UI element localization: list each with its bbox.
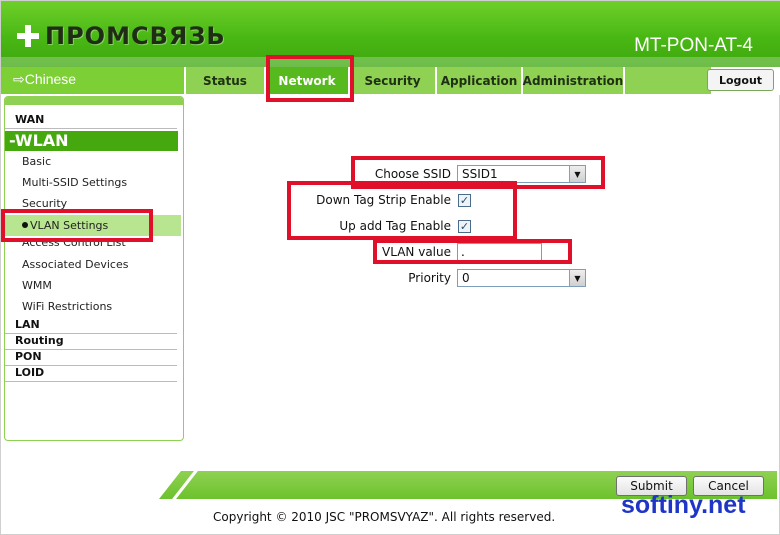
- logo-cross-icon: [17, 25, 39, 47]
- sidebar-item-lan[interactable]: LAN: [5, 318, 177, 334]
- device-model: MT-PON-AT-4: [634, 35, 753, 56]
- priority-value: 0: [462, 271, 470, 285]
- logo-text: ПРОМСВЯЗЬ: [45, 22, 226, 50]
- tab-administration[interactable]: Administration: [523, 67, 625, 94]
- brand-logo: ПРОМСВЯЗЬ: [17, 19, 226, 53]
- tab-status[interactable]: Status: [186, 67, 266, 94]
- highlight-vlan-settings: [1, 209, 153, 242]
- sidebar-item-wifi-restrictions[interactable]: WiFi Restrictions: [5, 296, 183, 317]
- sidebar-item-basic[interactable]: Basic: [5, 151, 183, 172]
- highlight-tag-options: [287, 181, 517, 240]
- chevron-down-icon: ▼: [569, 270, 585, 286]
- header-band: [1, 57, 780, 67]
- tab-application[interactable]: Application: [437, 67, 523, 94]
- watermark: softiny.net: [621, 491, 746, 519]
- router-admin-page: ПРОМСВЯЗЬ MT-PON-AT-4 ⇨Chinese Status Ne…: [0, 0, 780, 535]
- tab-security[interactable]: Security: [350, 67, 437, 94]
- highlight-network-tab: [266, 55, 354, 102]
- copyright-text: Copyright © 2010 JSC "PROMSVYAZ". All ri…: [213, 510, 556, 524]
- sidebar-item-routing[interactable]: Routing: [5, 334, 177, 350]
- main-tabs: Status Network Security Application Admi…: [186, 67, 711, 94]
- main-content: Choose SSID SSID1 ▼ Down Tag Strip Enabl…: [187, 96, 777, 471]
- sidebar: WAN -WLAN Basic Multi-SSID Settings Secu…: [4, 96, 184, 441]
- top-navigation: ⇨Chinese Status Network Security Applica…: [1, 67, 780, 95]
- sidebar-topbar: [5, 97, 183, 105]
- tabbar-filler: [625, 67, 711, 94]
- sidebar-item-multi-ssid[interactable]: Multi-SSID Settings: [5, 172, 183, 193]
- language-link[interactable]: ⇨Chinese: [1, 67, 184, 94]
- sidebar-item-wan[interactable]: WAN: [5, 113, 177, 129]
- priority-label: Priority: [408, 271, 451, 285]
- header: ПРОМСВЯЗЬ MT-PON-AT-4: [1, 1, 780, 67]
- priority-select[interactable]: 0 ▼: [457, 269, 586, 287]
- sidebar-item-wlan[interactable]: -WLAN: [5, 131, 178, 151]
- sidebar-item-wmm[interactable]: WMM: [5, 275, 183, 296]
- sidebar-item-associated-devices[interactable]: Associated Devices: [5, 254, 183, 275]
- sidebar-item-pon[interactable]: PON: [5, 350, 177, 366]
- highlight-vlan-value: [373, 239, 572, 264]
- logout-button[interactable]: Logout: [707, 69, 774, 91]
- priority-row: Priority 0 ▼: [355, 269, 586, 287]
- sidebar-item-loid[interactable]: LOID: [5, 366, 177, 382]
